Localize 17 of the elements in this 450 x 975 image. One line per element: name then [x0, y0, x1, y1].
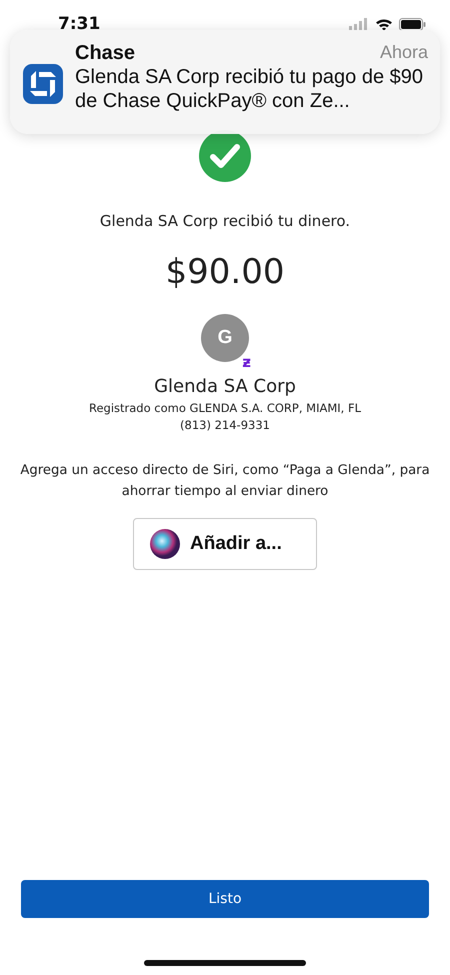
- add-to-siri-button[interactable]: Añadir a...: [133, 518, 317, 570]
- bank-logo-icon: [23, 64, 63, 104]
- recipient-name: Glenda SA Corp: [154, 376, 296, 397]
- siri-icon: [150, 529, 180, 559]
- registered-name: Registrado como GLENDA S.A. CORP, MIAMI, FL: [88, 401, 361, 415]
- notification-banner[interactable]: Chase Ahora Glenda SA Corp recibió tu pago de $90 de Chase QuickPay® con Ze...: [10, 30, 440, 134]
- amount: $90.00: [166, 252, 284, 292]
- battery-icon: [399, 18, 426, 30]
- phone-number: (813) 214-9331: [180, 418, 270, 432]
- siri-hint: Agrega un acceso directo de Siri, como “Paga a Glenda”, para ahorrar tiempo al enviar dinero: [20, 462, 430, 501]
- notification-app: Chase: [75, 42, 136, 65]
- notification-time: Ahora: [380, 42, 428, 64]
- notification-message: Glenda SA Corp recibió tu pago de $90 de Chase QuickPay® con Ze...: [75, 65, 424, 113]
- signal-icon: [349, 18, 369, 30]
- wifi-icon: [375, 18, 393, 30]
- confirmation-message: Glenda SA Corp recibió tu dinero.: [100, 212, 350, 230]
- done-button[interactable]: Listo: [21, 880, 429, 918]
